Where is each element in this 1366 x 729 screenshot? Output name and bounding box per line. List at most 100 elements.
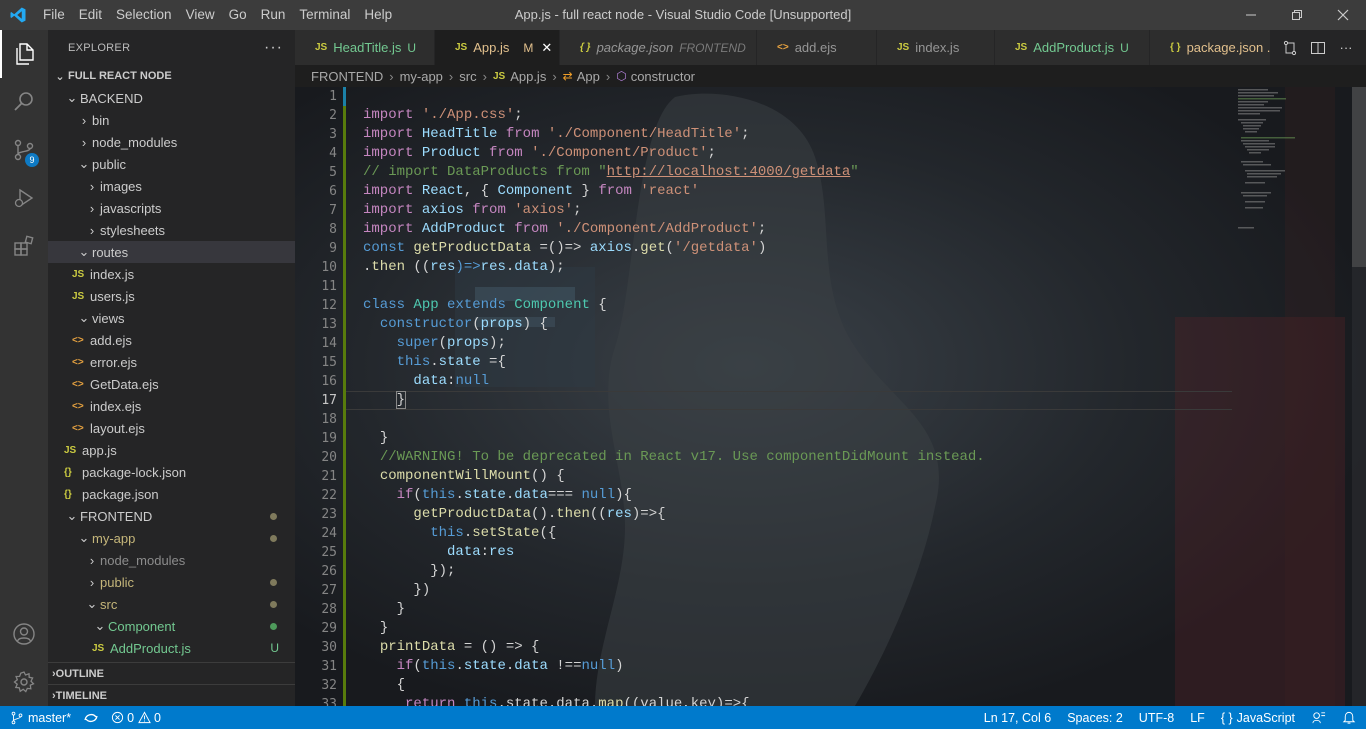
ejs-file-icon: <> bbox=[72, 422, 84, 434]
git-branch-icon bbox=[11, 711, 23, 724]
tree-item-label: node_modules bbox=[100, 552, 186, 568]
menu-go[interactable]: Go bbox=[222, 0, 254, 30]
workspace-root[interactable]: ⌄ FULL REACT NODE bbox=[48, 65, 295, 87]
feedback-icon[interactable] bbox=[1303, 706, 1334, 729]
line-number: 13 bbox=[321, 317, 337, 332]
search-icon[interactable] bbox=[0, 78, 48, 126]
scrollbar-thumb[interactable] bbox=[1352, 87, 1366, 267]
breadcrumb-item[interactable]: src bbox=[459, 69, 476, 84]
tab-headtitle[interactable]: JS HeadTitle.js U bbox=[295, 30, 435, 65]
restore-button[interactable] bbox=[1274, 0, 1320, 30]
minimize-button[interactable] bbox=[1228, 0, 1274, 30]
vscode-logo-icon[interactable] bbox=[0, 0, 36, 30]
tree-item[interactable]: › javascripts bbox=[48, 197, 295, 219]
chevron-down-icon: ⌄ bbox=[78, 310, 90, 325]
tab-add-ejs[interactable]: <> add.ejs bbox=[757, 30, 877, 65]
tree-item[interactable]: › node_modules bbox=[48, 549, 295, 571]
menu-edit[interactable]: Edit bbox=[72, 0, 109, 30]
code-editor[interactable]: 1 2 3 4 5 6 7 8 9 10 11 12 13 14 15 16 17 18 19 20 21 22 23 24 2… bbox=[295, 87, 1366, 706]
line-number: 12 bbox=[321, 298, 337, 313]
breadcrumb-item[interactable]: FRONTEND bbox=[311, 69, 383, 84]
tree-item[interactable]: ⌄ views bbox=[48, 307, 295, 329]
tree-item[interactable]: <> error.ejs bbox=[48, 351, 295, 373]
encoding[interactable]: UTF-8 bbox=[1131, 706, 1182, 729]
indentation[interactable]: Spaces: 2 bbox=[1059, 706, 1131, 729]
tree-item[interactable]: ⌄ Component bbox=[48, 615, 295, 637]
tree-item[interactable]: {} package-lock.json bbox=[48, 461, 295, 483]
source-control-icon[interactable]: 9 bbox=[0, 126, 48, 174]
tree-item[interactable]: <> layout.ejs bbox=[48, 417, 295, 439]
settings-gear-icon[interactable] bbox=[0, 658, 48, 706]
line-number: 7 bbox=[329, 203, 337, 218]
tree-item[interactable]: <> index.ejs bbox=[48, 395, 295, 417]
tab-package-json[interactable]: { } package.json ... bbox=[1150, 30, 1278, 65]
tree-item[interactable]: JS app.js bbox=[48, 439, 295, 461]
tree-item[interactable]: <> GetData.ejs bbox=[48, 373, 295, 395]
breadcrumb-item[interactable]: App bbox=[577, 69, 600, 84]
language-mode[interactable]: { } JavaScript bbox=[1213, 706, 1303, 729]
tree-item[interactable]: › node_modules bbox=[48, 131, 295, 153]
tree-item[interactable]: JS index.js bbox=[48, 263, 295, 285]
tab-addproduct-js[interactable]: JS AddProduct.js U bbox=[995, 30, 1150, 65]
close-window-button[interactable] bbox=[1320, 0, 1366, 30]
menu-file[interactable]: File bbox=[36, 0, 72, 30]
breadcrumb-item[interactable]: my-app bbox=[400, 69, 443, 84]
menu-run[interactable]: Run bbox=[254, 0, 293, 30]
breadcrumb-item[interactable]: App.js bbox=[510, 69, 546, 84]
code-line: import Product from './Component/Product… bbox=[363, 145, 716, 161]
tree-item[interactable]: › stylesheets bbox=[48, 219, 295, 241]
explorer-icon[interactable] bbox=[0, 30, 48, 78]
run-debug-icon[interactable] bbox=[0, 174, 48, 222]
tree-item[interactable]: ⌄ my-app bbox=[48, 527, 295, 549]
sync-icon[interactable] bbox=[77, 706, 105, 729]
menu-help[interactable]: Help bbox=[357, 0, 399, 30]
tree-item[interactable]: › public bbox=[48, 571, 295, 593]
tree-item[interactable]: ⌄ src bbox=[48, 593, 295, 615]
timeline-section[interactable]: › TIMELINE bbox=[48, 684, 295, 706]
tree-item[interactable]: ⌄ BACKEND bbox=[48, 87, 295, 109]
tree-item-label: BACKEND bbox=[80, 90, 143, 106]
tree-item[interactable]: JS users.js bbox=[48, 285, 295, 307]
chevron-right-icon: › bbox=[482, 68, 487, 84]
tree-item[interactable]: ⌄ public bbox=[48, 153, 295, 175]
menu-selection[interactable]: Selection bbox=[109, 0, 179, 30]
breadcrumb-item[interactable]: constructor bbox=[631, 69, 695, 84]
tab-index-js[interactable]: JS index.js bbox=[877, 30, 995, 65]
problems-status[interactable]: 0 0 bbox=[105, 706, 167, 729]
ejs-file-icon: <> bbox=[72, 334, 84, 346]
split-editor-icon[interactable] bbox=[1304, 34, 1332, 62]
tree-item[interactable]: ⌄ routes bbox=[48, 241, 295, 263]
code-line: import axios from 'axios'; bbox=[363, 202, 582, 218]
chevron-right-icon: › bbox=[389, 68, 394, 84]
tab-package-json-frontend[interactable]: { } package.json FRONTEND bbox=[560, 30, 757, 65]
more-actions-icon[interactable]: ··· bbox=[264, 39, 283, 57]
tree-item[interactable]: › bin bbox=[48, 109, 295, 131]
chevron-right-icon: › bbox=[89, 222, 95, 238]
code-link[interactable]: http://localhost:4000/getdata bbox=[607, 164, 851, 180]
tree-item[interactable]: <> add.ejs bbox=[48, 329, 295, 351]
vertical-scrollbar[interactable] bbox=[1352, 87, 1366, 706]
end-of-line[interactable]: LF bbox=[1182, 706, 1213, 729]
chevron-right-icon: › bbox=[89, 178, 95, 194]
menu-view[interactable]: View bbox=[179, 0, 222, 30]
tree-item[interactable]: › images bbox=[48, 175, 295, 197]
tab-app-js[interactable]: JS App.js M ✕ bbox=[435, 30, 560, 65]
tree-item[interactable]: {} package.json bbox=[48, 483, 295, 505]
chevron-down-icon: ⌄ bbox=[78, 530, 90, 545]
accounts-icon[interactable] bbox=[0, 610, 48, 658]
tree-item[interactable]: JS AddProduct.js U bbox=[48, 637, 295, 659]
branch-status[interactable]: master* bbox=[0, 706, 77, 729]
outline-section[interactable]: › OUTLINE bbox=[48, 662, 295, 684]
code-content[interactable]: import './App.css'; import HeadTitle fro… bbox=[363, 87, 985, 706]
chevron-down-icon: ⌄ bbox=[86, 596, 98, 611]
open-changes-icon[interactable] bbox=[1276, 34, 1304, 62]
more-actions-icon[interactable]: ··· bbox=[1332, 34, 1360, 62]
notifications-bell-icon[interactable] bbox=[1334, 706, 1366, 729]
chevron-down-icon: ⌄ bbox=[78, 156, 90, 171]
extensions-icon[interactable] bbox=[0, 222, 48, 270]
menu-terminal[interactable]: Terminal bbox=[292, 0, 357, 30]
close-tab-icon[interactable]: ✕ bbox=[541, 40, 552, 56]
cursor-position[interactable]: Ln 17, Col 6 bbox=[976, 706, 1059, 729]
tree-item[interactable]: ⌄ FRONTEND bbox=[48, 505, 295, 527]
minimap[interactable] bbox=[1232, 87, 1352, 247]
